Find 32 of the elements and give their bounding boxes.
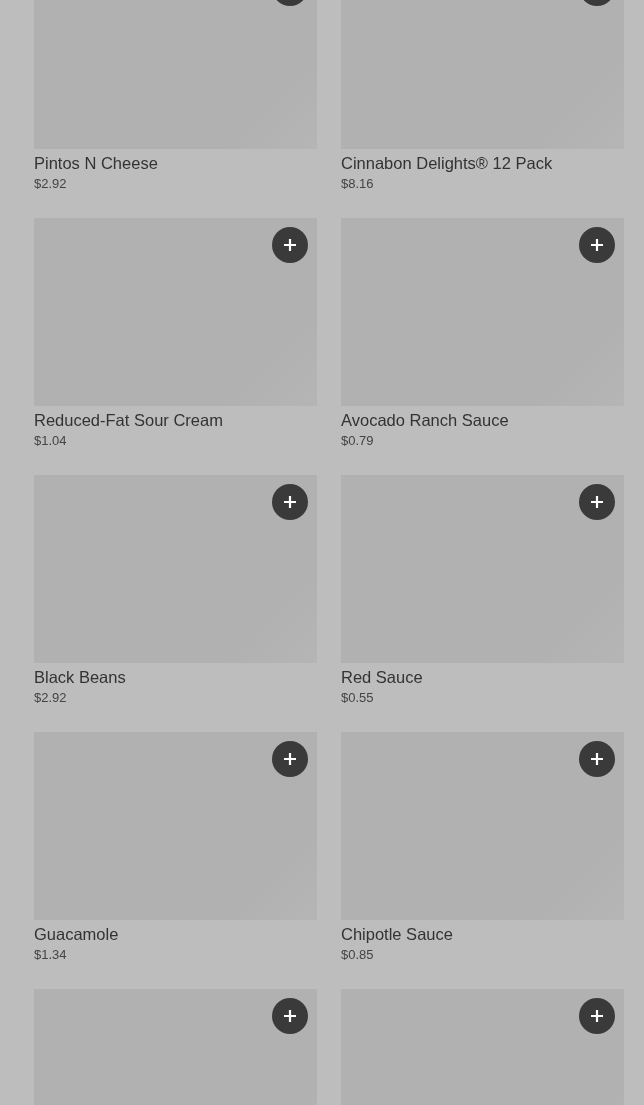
item-price: $2.92 <box>34 690 68 706</box>
plus-icon <box>591 1010 603 1022</box>
add-button[interactable] <box>579 484 615 520</box>
plus-icon <box>591 753 603 765</box>
item-price: $1.34 <box>34 947 68 963</box>
plus-icon <box>591 239 603 251</box>
item-name: Red Sauce <box>341 667 424 687</box>
item-price: $0.85 <box>341 947 375 963</box>
item-name: Black Beans <box>34 667 127 687</box>
plus-icon <box>284 1010 296 1022</box>
add-button[interactable] <box>272 741 308 777</box>
add-button[interactable] <box>272 227 308 263</box>
plus-icon <box>284 239 296 251</box>
item-name: Guacamole <box>34 924 120 944</box>
plus-icon <box>591 496 603 508</box>
add-button[interactable] <box>272 998 308 1034</box>
item-price: $0.79 <box>341 433 375 449</box>
plus-icon <box>284 496 296 508</box>
item-name: Pintos N Cheese <box>34 153 159 173</box>
add-button[interactable] <box>272 484 308 520</box>
plus-icon <box>284 753 296 765</box>
add-button[interactable] <box>579 998 615 1034</box>
item-name: Chipotle Sauce <box>341 924 454 944</box>
item-name: Avocado Ranch Sauce <box>341 410 510 430</box>
add-button[interactable] <box>579 227 615 263</box>
item-name: Reduced-Fat Sour Cream <box>34 410 224 430</box>
item-price: $0.55 <box>341 690 375 706</box>
item-name: Cinnabon Delights® 12 Pack <box>341 153 554 173</box>
item-price: $2.92 <box>34 176 68 192</box>
add-button[interactable] <box>579 741 615 777</box>
item-price: $8.16 <box>341 176 375 192</box>
item-price: $1.04 <box>34 433 68 449</box>
